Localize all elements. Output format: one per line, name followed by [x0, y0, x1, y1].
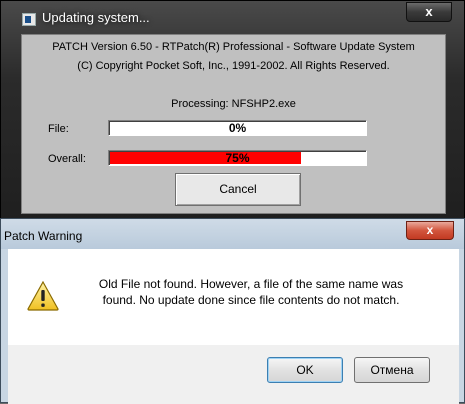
app-icon	[22, 13, 36, 26]
dialog-cancel-button[interactable]: Отмена	[354, 357, 430, 383]
warning-icon	[27, 281, 59, 311]
update-window-client: PATCH Version 6.50 - RTPatch(R) Professi…	[21, 34, 446, 214]
warning-message: Old File not found. However, a file of t…	[65, 276, 437, 308]
update-window: Updating system... x PATCH Version 6.50 …	[0, 0, 465, 222]
update-window-titlebar[interactable]: Updating system... x	[1, 1, 464, 35]
update-window-close-button[interactable]: x	[406, 2, 452, 22]
warning-title: Patch Warning	[4, 229, 83, 243]
warning-titlebar[interactable]: Patch Warning x	[1, 219, 464, 249]
overall-label: Overall:	[48, 153, 86, 165]
processing-text: Processing: NFSHP2.exe	[171, 98, 296, 110]
warning-content: Old File not found. However, a file of t…	[8, 249, 459, 345]
warning-client: Old File not found. However, a file of t…	[8, 249, 459, 404]
warning-message-line1: Old File not found. However, a file of t…	[98, 277, 404, 291]
version-text: PATCH Version 6.50 - RTPatch(R) Professi…	[52, 41, 415, 53]
update-window-title: Updating system...	[42, 10, 150, 25]
file-progress-text: 0%	[228, 121, 247, 135]
warning-close-button[interactable]: x	[406, 221, 454, 240]
copyright-text: (C) Copyright Pocket Soft, Inc., 1991-20…	[77, 60, 390, 72]
overall-progress-text: 75%	[225, 151, 250, 165]
overall-progress-bar: 75%	[108, 150, 367, 166]
patch-warning-dialog: Patch Warning x Old File not found. Howe…	[0, 218, 465, 404]
ok-button[interactable]: OK	[267, 357, 343, 383]
file-progress-bar: 0%	[108, 120, 367, 136]
warning-message-line2: found. No update done since file content…	[102, 293, 400, 307]
file-label: File:	[48, 123, 69, 135]
cancel-button[interactable]: Cancel	[175, 173, 301, 206]
